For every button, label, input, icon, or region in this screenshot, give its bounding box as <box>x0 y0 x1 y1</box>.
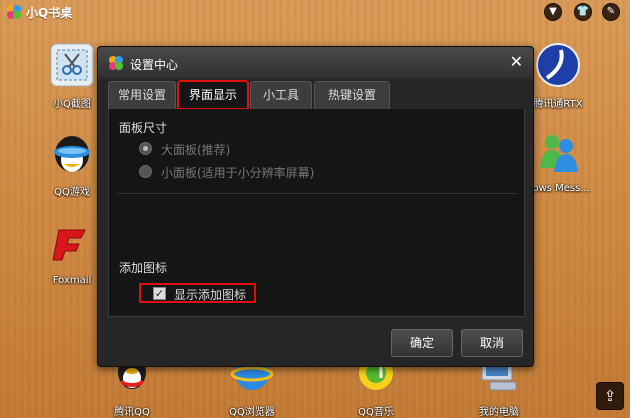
qq-game-icon <box>54 136 90 172</box>
dialog-header: 设置中心 ✕ <box>98 47 533 79</box>
cancel-button[interactable]: 取消 <box>461 329 523 357</box>
radio-small-panel[interactable] <box>139 165 152 178</box>
checkbox-show-add-icon[interactable]: ✓ <box>153 287 166 300</box>
edit-icon[interactable]: ✎ <box>602 3 620 21</box>
chevron-down-icon[interactable]: ▼ <box>544 3 562 21</box>
settings-dialog: 设置中心 ✕ 常用设置 界面显示 小工具 热键设置 面板尺寸 大面板(推荐) 小… <box>97 46 534 367</box>
app-logo-icon <box>7 5 21 19</box>
shirt-icon[interactable]: 👕 <box>574 3 592 21</box>
ok-button[interactable]: 确定 <box>391 329 453 357</box>
dialog-title: 设置中心 <box>130 58 179 72</box>
foxmail-icon <box>52 229 86 261</box>
desktop-icon-label: 我的电脑 <box>479 407 519 418</box>
desktop-icon-label: QQ浏览器 <box>229 407 275 418</box>
rtx-icon <box>536 43 580 87</box>
close-icon[interactable]: ✕ <box>510 52 523 71</box>
title-bar: 小Q书桌 ▼ 👕 ✎ <box>0 0 630 24</box>
option-small-panel-label: 小面板(适用于小分辨率屏幕) <box>161 166 315 180</box>
settings-panel: 面板尺寸 大面板(推荐) 小面板(适用于小分辨率屏幕) 添加图标 ✓ 显示添加图… <box>108 109 525 317</box>
screenshot-icon <box>50 43 94 87</box>
desktop-icon-label: 腾讯QQ <box>114 407 150 418</box>
option-large-panel-label: 大面板(推荐) <box>161 143 231 157</box>
tab-tools[interactable]: 小工具 <box>250 81 312 109</box>
divider <box>117 193 517 194</box>
panel-size-title: 面板尺寸 <box>119 121 168 135</box>
share-icon[interactable]: ⇪ <box>596 382 624 410</box>
messenger-icon <box>540 135 578 172</box>
add-icon-title: 添加图标 <box>119 261 168 275</box>
radio-large-panel[interactable] <box>139 142 152 155</box>
show-add-icon-option[interactable]: ✓ 显示添加图标 <box>139 283 256 303</box>
checkbox-label: 显示添加图标 <box>174 288 247 302</box>
app-title: 小Q书桌 <box>26 6 73 20</box>
dialog-logo-icon <box>109 56 123 70</box>
desktop-icon-label: QQ音乐 <box>358 407 394 418</box>
tab-interface-display[interactable]: 界面显示 <box>177 80 249 110</box>
tab-hotkey-settings[interactable]: 热键设置 <box>314 81 390 109</box>
tab-general-settings[interactable]: 常用设置 <box>108 81 176 109</box>
